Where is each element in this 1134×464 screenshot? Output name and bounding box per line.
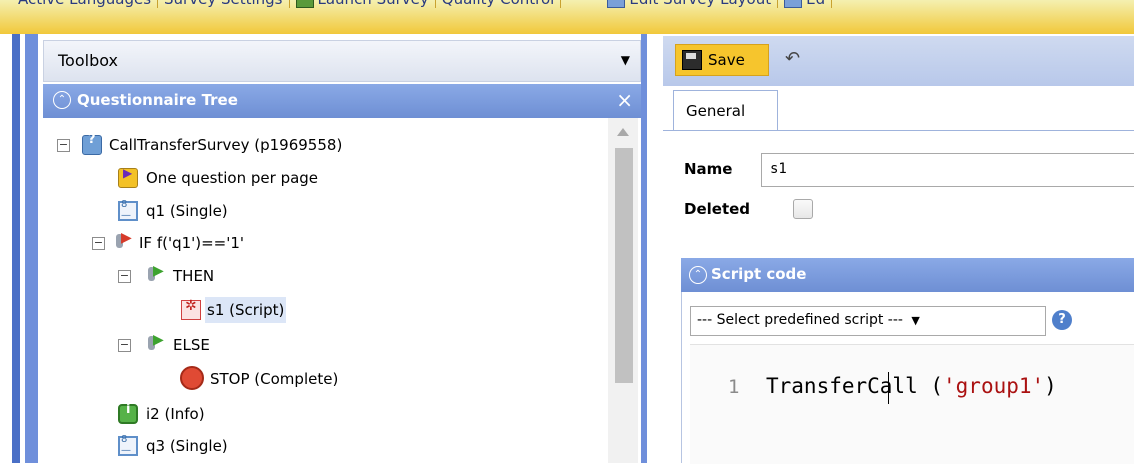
deleted-checkbox[interactable] — [793, 199, 813, 219]
tree-node-q3[interactable]: q3 (Single) — [146, 433, 228, 459]
deleted-label: Deleted — [684, 200, 751, 218]
collapse-toggle[interactable]: − — [57, 139, 70, 152]
code-editor[interactable] — [690, 344, 1134, 464]
single-question-icon — [118, 199, 138, 221]
line-number: 1 — [728, 376, 740, 398]
collapse-toggle[interactable]: − — [118, 270, 131, 283]
edit-icon — [784, 0, 803, 8]
scroll-thumb[interactable] — [615, 148, 633, 383]
dropdown-caret-icon[interactable]: ▼ — [621, 53, 630, 67]
stop-icon — [180, 366, 204, 390]
info-icon — [118, 402, 138, 424]
layout-icon — [607, 0, 626, 8]
questionnaire-tree-title: Questionnaire Tree — [77, 91, 238, 109]
name-field[interactable]: s1 — [761, 153, 1134, 187]
panel-gap — [647, 34, 663, 463]
side-bar-strip — [25, 34, 38, 463]
left-side-strip — [0, 34, 42, 463]
code-string: 'group1' — [943, 374, 1045, 398]
predefined-script-value: --- Select predefined script --- — [697, 312, 903, 328]
predefined-script-select[interactable]: --- Select predefined script --- ▼ — [690, 306, 1046, 336]
menu-quality-control[interactable]: Quality Control — [436, 0, 562, 8]
name-label: Name — [684, 160, 733, 178]
menu-edit-survey-layout[interactable]: Edit Survey Layout — [601, 0, 779, 8]
collapse-toggle[interactable]: − — [92, 237, 105, 250]
editor-toolbar: Save ↶ — [663, 36, 1134, 86]
toolbox-title: Toolbox — [58, 51, 118, 70]
help-icon[interactable]: ? — [1052, 310, 1072, 330]
tab-strip: General — [663, 86, 1134, 131]
chevron-down-icon: ▼ — [911, 314, 920, 327]
scroll-up-icon[interactable] — [617, 128, 629, 136]
side-bar-strip — [12, 34, 20, 463]
toolbox-header[interactable]: Toolbox ▼ — [43, 40, 641, 82]
menu-active-languages[interactable]: Active Languages — [12, 0, 159, 8]
page-break-icon — [118, 166, 138, 188]
condition-icon — [114, 230, 134, 252]
tree-node-if[interactable]: IF f('q1')=='1' — [139, 230, 244, 256]
tree-node-s1-selected[interactable]: s1 (Script) — [205, 297, 287, 323]
code-call: TransferCall ( — [766, 374, 944, 398]
questionnaire-tree-header: ⌃ Questionnaire Tree × — [43, 84, 641, 118]
close-icon[interactable]: × — [616, 88, 633, 112]
script-code-header: ⌃ Script code — [681, 258, 1134, 292]
save-button[interactable]: Save — [675, 44, 769, 76]
collapse-toggle[interactable]: − — [118, 339, 131, 352]
tree-node-survey[interactable]: CallTransferSurvey (p1969558) — [109, 132, 342, 158]
tree-node-stop[interactable]: STOP (Complete) — [210, 366, 338, 392]
code-line[interactable]: TransferCall ('group1') — [766, 374, 1057, 398]
tree-node-page-break[interactable]: One question per page — [146, 165, 318, 191]
tab-label: General — [686, 102, 746, 120]
survey-icon — [82, 132, 102, 155]
script-code-title: Script code — [711, 265, 807, 283]
undo-icon[interactable]: ↶ — [785, 50, 809, 70]
top-menu-bar: Active LanguagesSurvey SettingsLaunch Su… — [0, 0, 1134, 34]
then-branch-icon — [146, 263, 166, 285]
tab-general[interactable]: General — [673, 90, 778, 130]
single-question-icon — [118, 434, 138, 456]
code-close: ) — [1044, 374, 1057, 398]
launch-icon — [295, 0, 314, 8]
tree-node-q1[interactable]: q1 (Single) — [146, 198, 228, 224]
tree-node-i2[interactable]: i2 (Info) — [146, 401, 205, 427]
script-icon — [181, 298, 201, 320]
tree-node-else[interactable]: ELSE — [173, 332, 210, 358]
save-label: Save — [708, 51, 745, 69]
tree-node-then[interactable]: THEN — [173, 263, 214, 289]
collapse-icon[interactable]: ⌃ — [689, 266, 707, 284]
menu-launch-survey[interactable]: Launch Survey — [290, 0, 436, 8]
else-branch-icon — [146, 332, 166, 354]
tree-scrollbar[interactable] — [608, 118, 638, 463]
menu-survey-settings[interactable]: Survey Settings — [158, 0, 290, 8]
menu-ed[interactable]: Ed — [778, 0, 833, 8]
collapse-icon[interactable]: ⌃ — [53, 91, 71, 109]
floppy-disk-icon — [682, 50, 702, 70]
text-cursor — [888, 372, 889, 404]
